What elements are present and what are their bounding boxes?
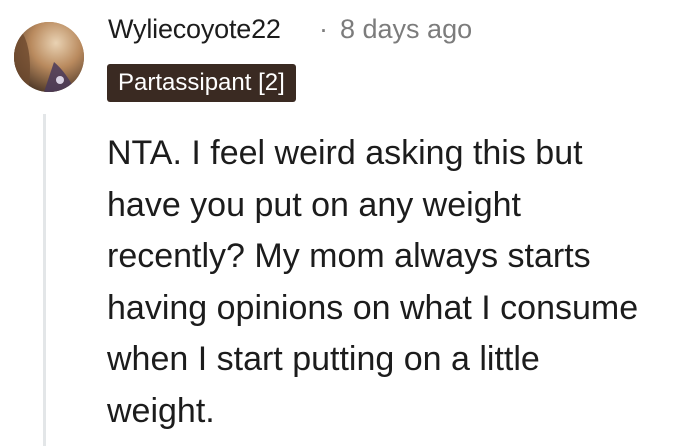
avatar[interactable]: [14, 22, 84, 92]
avatar-photo-icon: [14, 22, 84, 92]
comment-author[interactable]: Wyliecoyote22: [108, 14, 281, 45]
meta-separator: ·: [319, 14, 328, 44]
user-flair-badge: Partassipant [2]: [107, 64, 296, 102]
comment-timestamp[interactable]: 8 days ago: [340, 14, 472, 45]
comment-body: NTA. I feel weird asking this but have y…: [107, 134, 639, 430]
thread-collapse-line[interactable]: [43, 114, 46, 446]
comment: Wyliecoyote22 · 8 days ago Partassipant …: [0, 0, 700, 446]
